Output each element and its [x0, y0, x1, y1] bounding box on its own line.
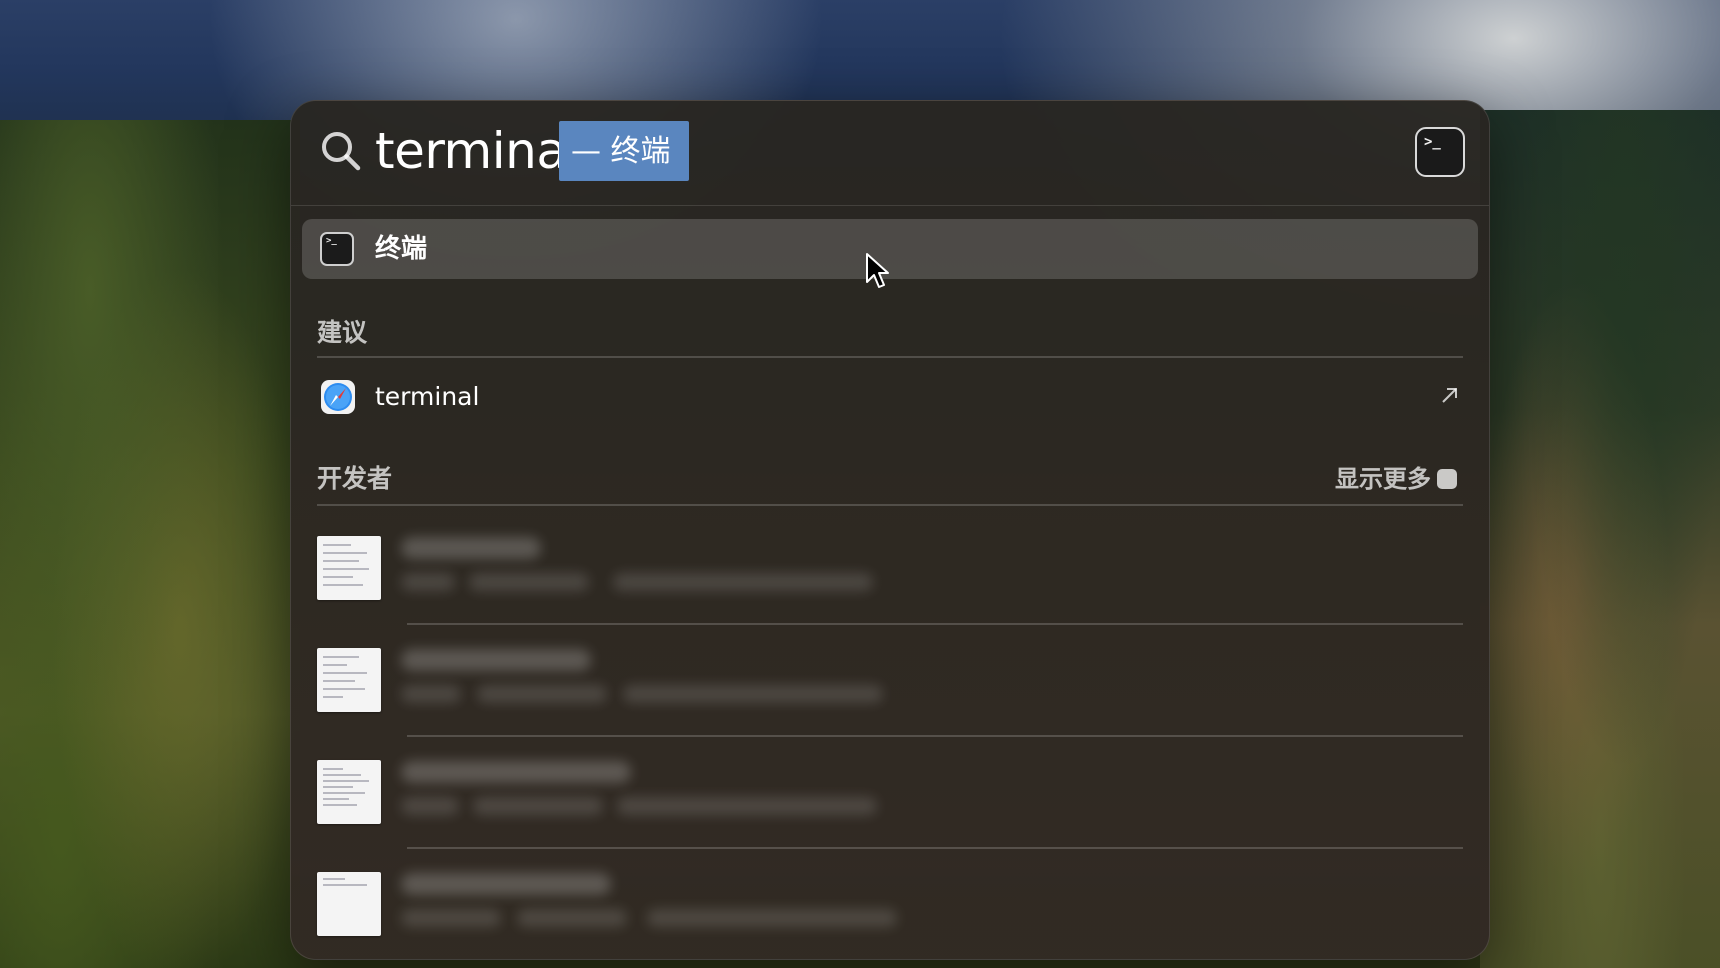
list-item[interactable]: [317, 749, 1463, 849]
blurred-title: [401, 761, 631, 783]
search-completion: — 终端: [559, 121, 689, 181]
wallpaper-right: [1480, 110, 1720, 968]
terminal-icon: >_: [320, 232, 354, 266]
blurred-subtitle: [401, 573, 455, 591]
document-thumbnail: [317, 536, 381, 600]
row-divider: [407, 623, 1463, 625]
terminal-app-icon[interactable]: >_: [1415, 127, 1465, 177]
suggestions-section-title: 建议: [317, 318, 368, 347]
wallpaper-left: [0, 120, 300, 968]
blurred-subtitle: [401, 797, 459, 815]
show-more-button[interactable]: 显示更多: [1335, 459, 1457, 494]
spotlight-window: terminal — 终端 >_ >_ 终端 建议 terminal 开发者 显…: [290, 100, 1490, 960]
developer-section-title: 开发者: [317, 464, 393, 493]
blurred-subtitle: [623, 685, 883, 703]
blurred-subtitle: [401, 909, 501, 927]
blurred-subtitle: [517, 909, 627, 927]
document-thumbnail: [317, 648, 381, 712]
blurred-title: [401, 537, 541, 559]
suggestion-item[interactable]: terminal: [302, 371, 1478, 425]
top-hit-label: 终端: [375, 234, 428, 264]
list-item[interactable]: [317, 525, 1463, 625]
blurred-title: [401, 649, 591, 671]
show-more-icon: [1437, 469, 1457, 489]
document-thumbnail: [317, 760, 381, 824]
blurred-title: [401, 873, 611, 895]
blurred-subtitle: [401, 685, 461, 703]
suggestion-label: terminal: [375, 382, 480, 411]
search-icon: [322, 132, 361, 171]
search-input[interactable]: terminal: [375, 119, 580, 183]
safari-icon: [321, 380, 355, 414]
list-item[interactable]: [317, 637, 1463, 737]
document-thumbnail: [317, 872, 381, 936]
divider: [317, 356, 1463, 358]
arrow-up-right-icon: [1442, 388, 1457, 403]
blurred-subtitle: [473, 797, 603, 815]
blurred-subtitle: [647, 909, 897, 927]
blurred-subtitle: [477, 685, 607, 703]
row-divider: [407, 847, 1463, 849]
row-divider: [407, 735, 1463, 737]
search-bar[interactable]: terminal — 终端 >_: [291, 101, 1489, 206]
blurred-subtitle: [613, 573, 873, 591]
blurred-subtitle: [617, 797, 877, 815]
divider: [317, 504, 1463, 506]
list-item[interactable]: [317, 861, 1463, 959]
mouse-cursor-icon: [866, 253, 889, 288]
blurred-subtitle: [469, 573, 589, 591]
show-more-label: 显示更多: [1335, 465, 1431, 493]
